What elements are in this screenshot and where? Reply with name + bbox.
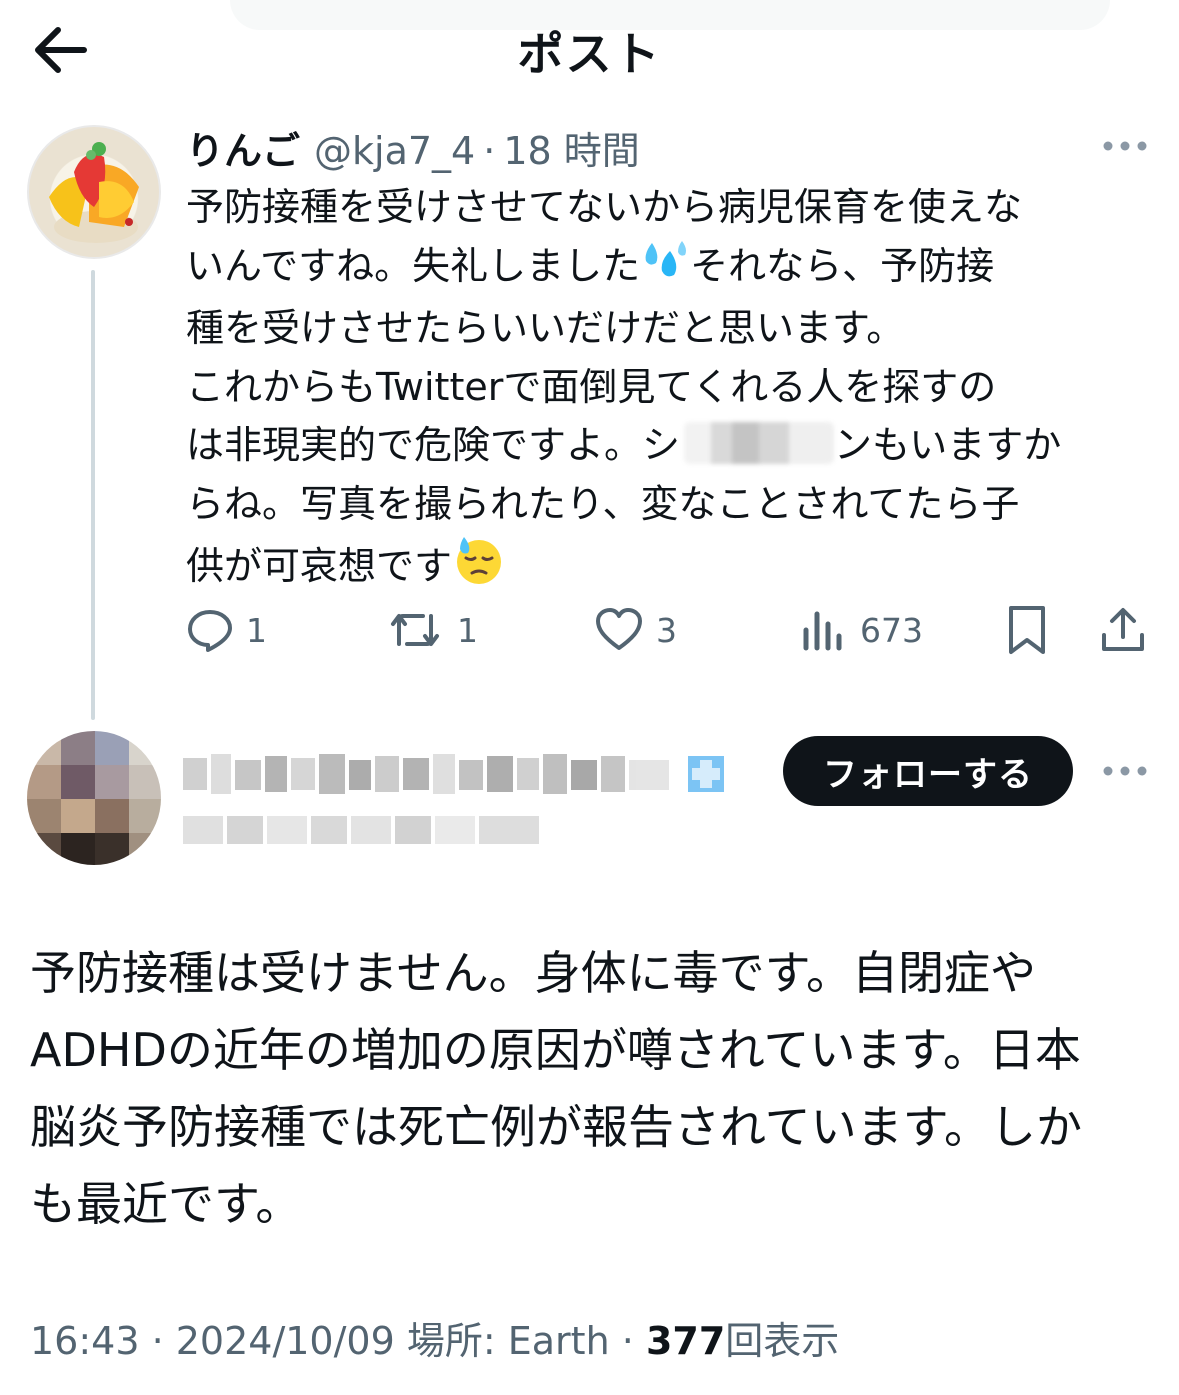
- bookmark-icon: [1009, 606, 1045, 654]
- heart-icon: [596, 608, 642, 650]
- avatar[interactable]: [27, 731, 161, 865]
- reply-count: 1: [246, 610, 267, 650]
- user-handle[interactable]: @kja7_4: [314, 129, 475, 173]
- share-icon: [1102, 608, 1144, 651]
- footer-view-label: 回表示: [725, 1319, 840, 1363]
- like-button[interactable]: 3: [594, 600, 677, 660]
- redacted-name: [183, 754, 724, 794]
- redacted-handle: [183, 816, 539, 844]
- blurred-display-name[interactable]: [183, 752, 743, 800]
- display-name[interactable]: りんご: [186, 129, 300, 173]
- thread-connector-line: [91, 270, 95, 720]
- pixelated-avatar: [27, 731, 161, 865]
- views-button[interactable]: 673: [800, 600, 923, 660]
- more-options-button[interactable]: [1100, 131, 1150, 161]
- timestamp[interactable]: 16:43 · 2024/10/09: [30, 1319, 395, 1363]
- share-button[interactable]: [1098, 600, 1160, 660]
- view-count: 673: [860, 610, 923, 650]
- tweet-text: 予防接種は受けません。身体に毒です。自閉症や ADHDの近年の増加の原因が噂され…: [30, 946, 1083, 1231]
- fruit-parfait-avatar: [49, 142, 139, 243]
- location: 場所: Earth: [406, 1319, 610, 1363]
- footer-view-count[interactable]: 377: [646, 1319, 725, 1363]
- tweet-footer: 16:43 · 2024/10/09 場所: Earth · 377回表示: [30, 1310, 839, 1365]
- bookmark-button[interactable]: [1005, 600, 1061, 660]
- ellipsis-icon: [1103, 141, 1147, 151]
- follow-button[interactable]: フォローする: [783, 736, 1073, 806]
- ellipsis-icon: [1103, 766, 1147, 776]
- retweet-button[interactable]: 1: [385, 600, 478, 660]
- tweet-meta: りんご @kja7_4 · 18 時間: [186, 120, 640, 173]
- time-ago[interactable]: 18 時間: [503, 129, 639, 173]
- analytics-bar-icon: [803, 611, 842, 651]
- retweet-count: 1: [457, 610, 478, 650]
- downcast-face-with-sweat-emoji: [452, 533, 506, 604]
- page-title: ポスト: [517, 27, 662, 81]
- like-count: 3: [656, 610, 677, 650]
- sweat-droplets-emoji: [640, 237, 690, 300]
- avatar[interactable]: [27, 125, 161, 259]
- reply-bubble-icon: [188, 610, 232, 652]
- retweet-icon: [391, 614, 439, 646]
- meta-separator: ·: [483, 129, 496, 173]
- reply-button[interactable]: 1: [186, 600, 267, 660]
- blurred-word: [684, 422, 835, 465]
- blurred-handle[interactable]: [183, 810, 563, 854]
- footer-separator: ·: [621, 1319, 634, 1363]
- tweet-text: 予防接種を受けさせてないから病児保育を使えな いんですね。失礼しました それなら、…: [186, 178, 1146, 604]
- more-options-button[interactable]: [1100, 756, 1150, 786]
